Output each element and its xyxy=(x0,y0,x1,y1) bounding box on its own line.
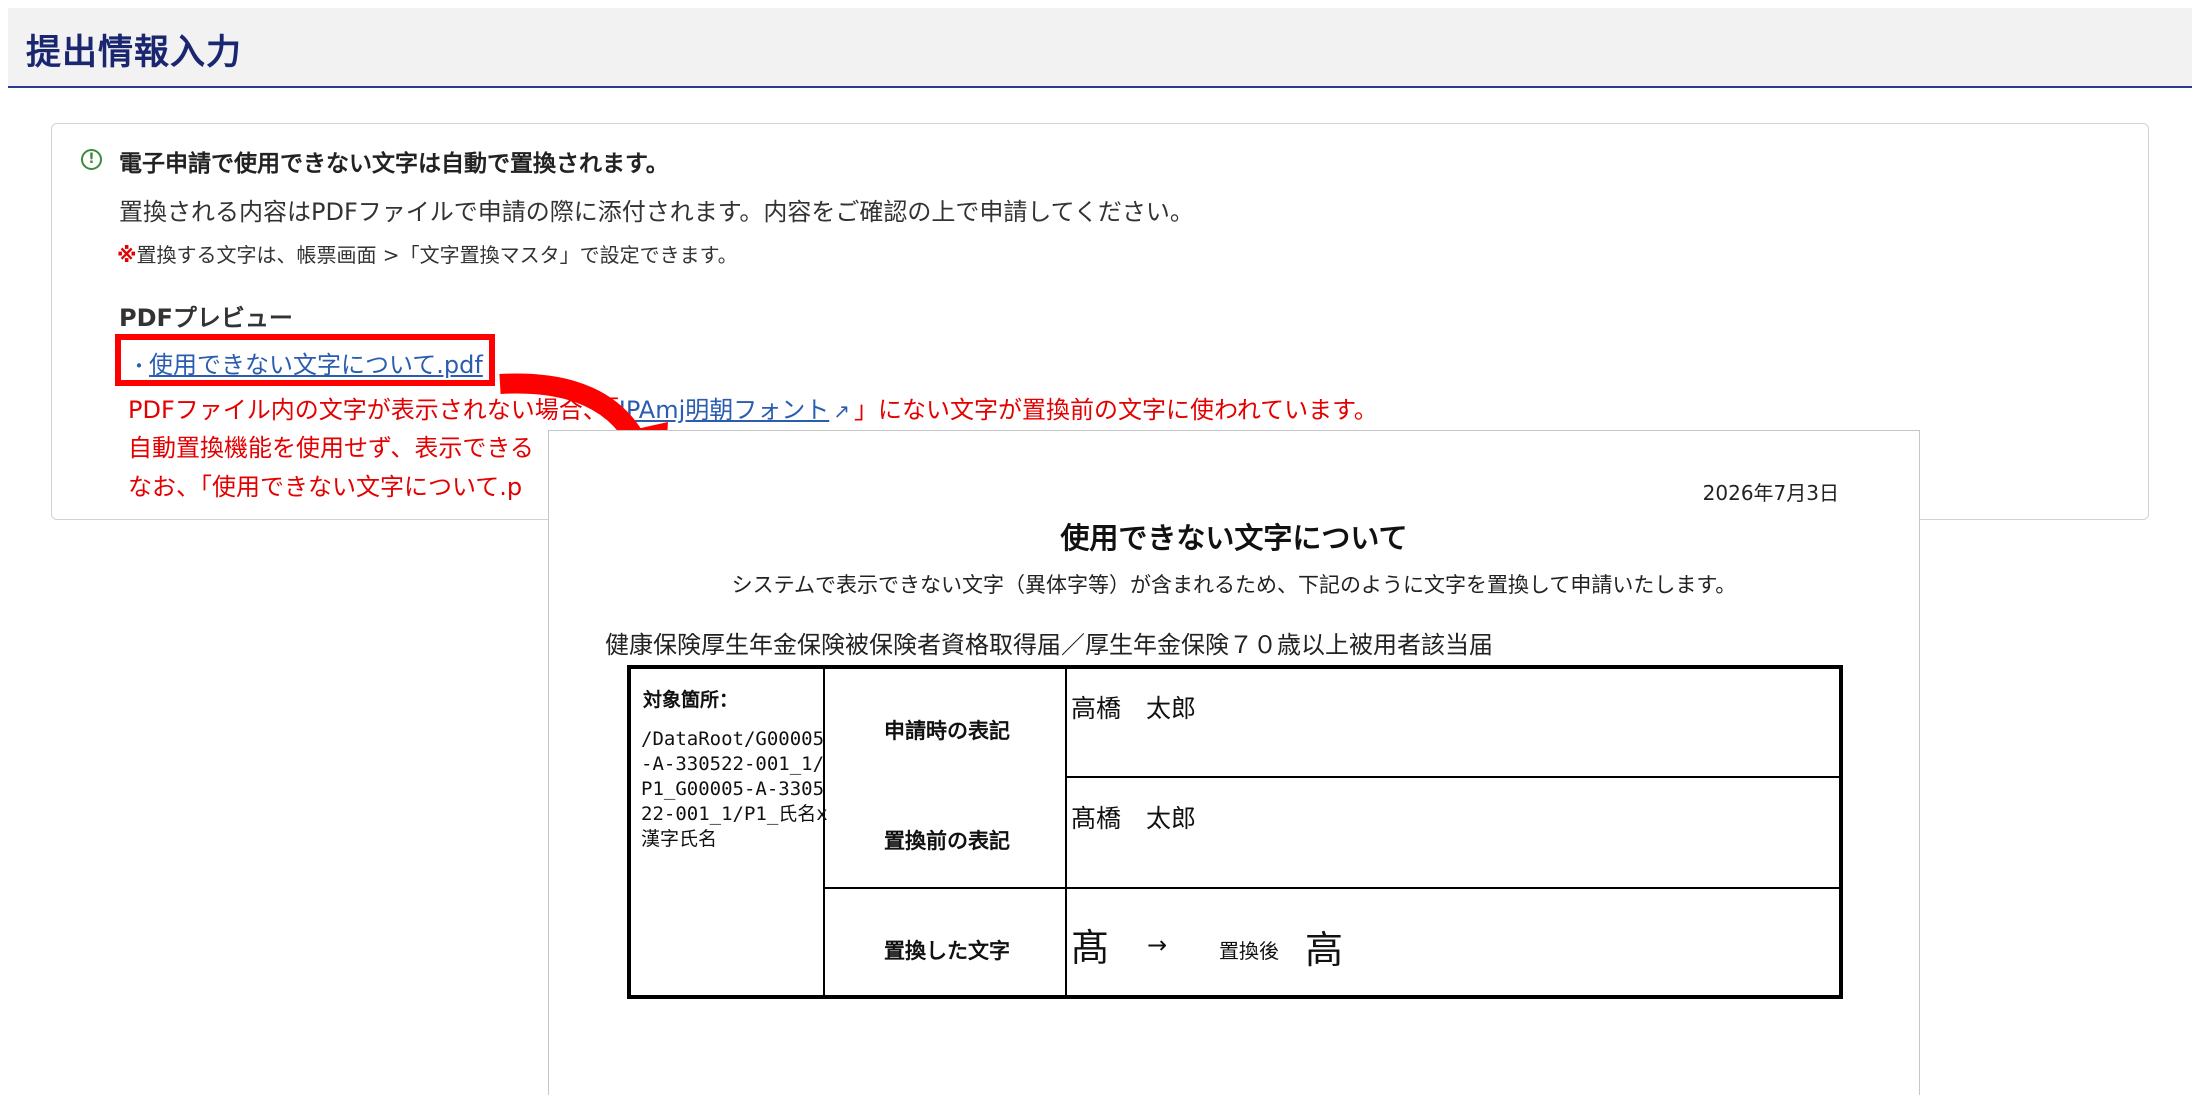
replacement-table: 対象箇所： /DataRoot/G00005-A-330522-001_1/P1… xyxy=(627,665,1843,999)
warning-line-3: なお、「使用できない文字について.p xyxy=(128,473,523,501)
info-icon: ! xyxy=(81,149,102,170)
row-label-replaced: 置換した文字 xyxy=(884,939,1010,963)
warning-line-2: 自動置換機能を使用せず、表示できる xyxy=(128,434,534,462)
notice-body: 置換される内容はPDFファイルで申請の際に添付されます。内容をご確認の上で申請し… xyxy=(119,198,1194,226)
row-label-before: 置換前の表記 xyxy=(884,829,1010,853)
replaced-after-label: 置換後 xyxy=(1219,939,1279,963)
target-location-path: /DataRoot/G00005-A-330522-001_1/P1_G0000… xyxy=(641,728,828,850)
table-divider xyxy=(1065,776,1839,778)
warning-line-1-end: 」にない文字が置換前の文字に使われています。 xyxy=(854,396,1378,424)
pdf-link-highlight: ・ 使用できない文字について.pdf xyxy=(115,334,495,386)
row-value-submitted: 高橋 太郎 xyxy=(1071,694,1197,723)
pdf-preview-document: 2026年7月3日 使用できない文字について システムで表示できない文字（異体字… xyxy=(548,430,1920,1095)
document-title: 使用できない文字について xyxy=(1060,521,1408,555)
notice-note: ※置換する文字は、帳票画面 >「文字置換マスタ」で設定できます。 xyxy=(117,239,738,268)
document-date: 2026年7月3日 xyxy=(1702,481,1839,505)
warning-line-1: PDFファイル内の文字が表示されない場合、「IPAmj明朝フォント ↗ 」にない文字… xyxy=(128,390,1378,425)
list-bullet: ・ xyxy=(129,354,149,378)
pdf-preview-link[interactable]: 使用できない文字について.pdf xyxy=(149,345,483,380)
notice-heading: 電子申請で使用できない文字は自動で置換されます。 xyxy=(119,151,669,177)
page-title: 提出情報入力 xyxy=(26,33,243,73)
replaced-char-before: 髙 xyxy=(1071,926,1110,970)
page-header: 提出情報入力 xyxy=(8,8,2192,88)
external-link-icon[interactable]: ↗ xyxy=(833,399,850,423)
row-value-before: 髙橋 太郎 xyxy=(1071,804,1197,833)
target-location-label: 対象箇所： xyxy=(643,689,739,711)
replaced-char-after: 高 xyxy=(1305,928,1344,972)
document-form-name: 健康保険厚生年金保険被保険者資格取得届／厚生年金保険７０歳以上被用者該当届 xyxy=(605,631,1493,659)
row-label-submitted: 申請時の表記 xyxy=(884,719,1010,743)
note-mark: ※ xyxy=(117,243,137,267)
replace-arrow-icon: → xyxy=(1147,931,1168,959)
document-intro: システムで表示できない文字（異体字等）が含まれるため、下記のように文字を置換して… xyxy=(731,573,1737,597)
note-text: 置換する文字は、帳票画面 >「文字置換マスタ」で設定できます。 xyxy=(136,243,738,267)
pdf-preview-heading: PDFプレビュー xyxy=(119,304,293,332)
table-divider xyxy=(823,887,1839,889)
